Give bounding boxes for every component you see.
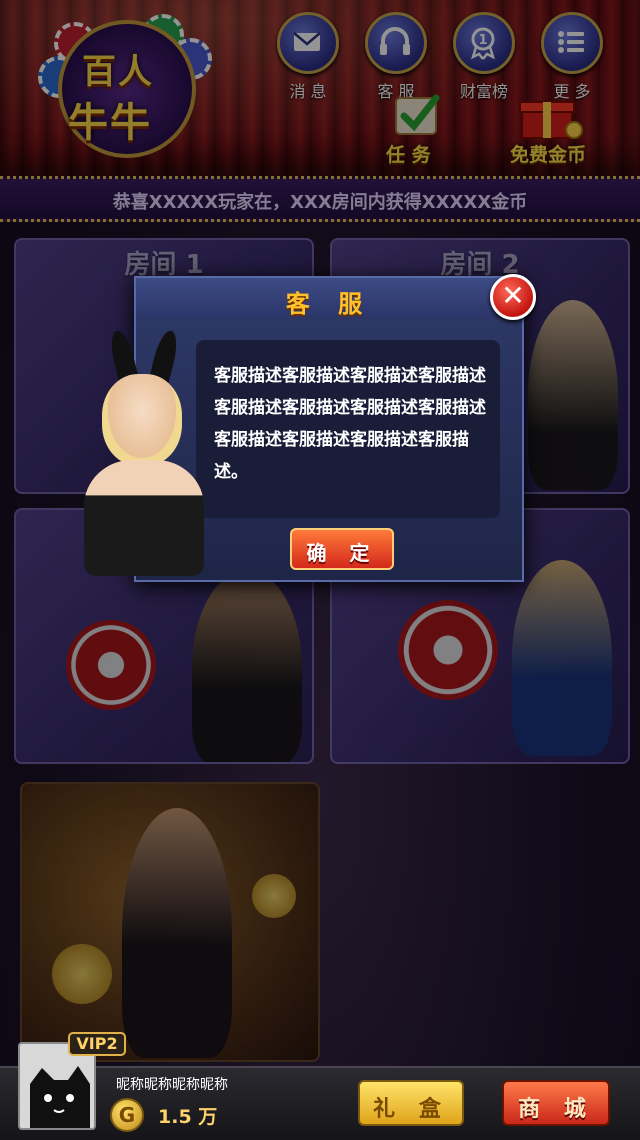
shop-label: 商 城 bbox=[518, 1097, 594, 1122]
confirm-button[interactable]: 确 定 bbox=[290, 528, 394, 570]
dialog-body-text: 客服描述客服描述客服描述客服描述客服描述客服描述客服描述客服描述客服描述客服描述… bbox=[214, 366, 486, 482]
gold-coin-icon: G bbox=[110, 1098, 144, 1132]
close-button[interactable]: ✕ bbox=[490, 274, 536, 320]
shop-button[interactable]: 商 城 bbox=[502, 1080, 610, 1126]
gift-box-label: 礼 盒 bbox=[373, 1097, 449, 1122]
dialog-body: 客服描述客服描述客服描述客服描述客服描述客服描述客服描述客服描述客服描述客服描述… bbox=[196, 340, 500, 518]
gift-box-button[interactable]: 礼 盒 bbox=[358, 1080, 464, 1126]
confirm-label: 确 定 bbox=[306, 541, 378, 565]
cat-avatar-icon bbox=[30, 1066, 90, 1128]
dialog-title: 客 服 bbox=[285, 290, 373, 318]
vip-badge: VIP2 bbox=[68, 1032, 126, 1056]
nickname: 昵称昵称昵称昵称 bbox=[116, 1077, 228, 1093]
close-icon: ✕ bbox=[501, 279, 525, 312]
hostess-figure bbox=[74, 328, 208, 576]
coin-balance: 1.5 万 bbox=[158, 1106, 218, 1128]
